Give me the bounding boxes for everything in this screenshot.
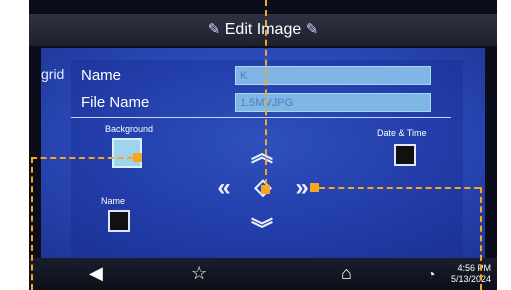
- pencil-icon: ✎: [207, 21, 221, 38]
- clock-date: 5/13/2024: [450, 274, 491, 284]
- annotation-line: [480, 187, 482, 290]
- home-icon[interactable]: ⌂: [341, 263, 352, 284]
- divider: [71, 117, 451, 118]
- device-screen: ✎ Edit Image ✎ grid Name K File Name 1.5…: [29, 0, 497, 290]
- name-option-label: Name: [101, 196, 126, 206]
- wifi-icon: ◔: [427, 266, 436, 282]
- name-checkbox[interactable]: [108, 210, 130, 232]
- clock: 4:56 PM 5/13/2024: [451, 263, 491, 285]
- annotation-line: [31, 157, 133, 159]
- annotation-marker: [310, 183, 319, 192]
- star-icon[interactable]: ☆: [191, 263, 207, 284]
- date-time-checkbox[interactable]: [394, 144, 416, 166]
- clock-time: 4:56 PM: [457, 263, 491, 273]
- page-title: Edit Image: [224, 21, 302, 38]
- move-down-icon[interactable]: ︾: [247, 212, 277, 244]
- pencil-icon: ✎: [305, 21, 319, 38]
- title-bar: ✎ Edit Image ✎: [29, 14, 497, 46]
- file-name-field-label: File Name: [81, 94, 150, 111]
- grid-label: grid: [41, 66, 65, 82]
- background-label: Background: [105, 124, 154, 134]
- name-field-label: Name: [81, 67, 122, 84]
- annotation-line: [31, 157, 33, 290]
- annotation-line: [319, 187, 480, 189]
- nav-bar: ◀ ☆ ⌂ ◔ 4:56 PM 5/13/2024: [29, 258, 497, 290]
- annotation-line: [265, 0, 267, 185]
- move-up-icon[interactable]: ︽: [247, 136, 277, 168]
- annotation-marker: [261, 185, 270, 194]
- back-icon[interactable]: ◀: [89, 263, 103, 284]
- annotation-marker: [133, 153, 142, 162]
- date-time-label: Date & Time: [377, 128, 427, 138]
- move-left-icon[interactable]: «: [209, 174, 239, 202]
